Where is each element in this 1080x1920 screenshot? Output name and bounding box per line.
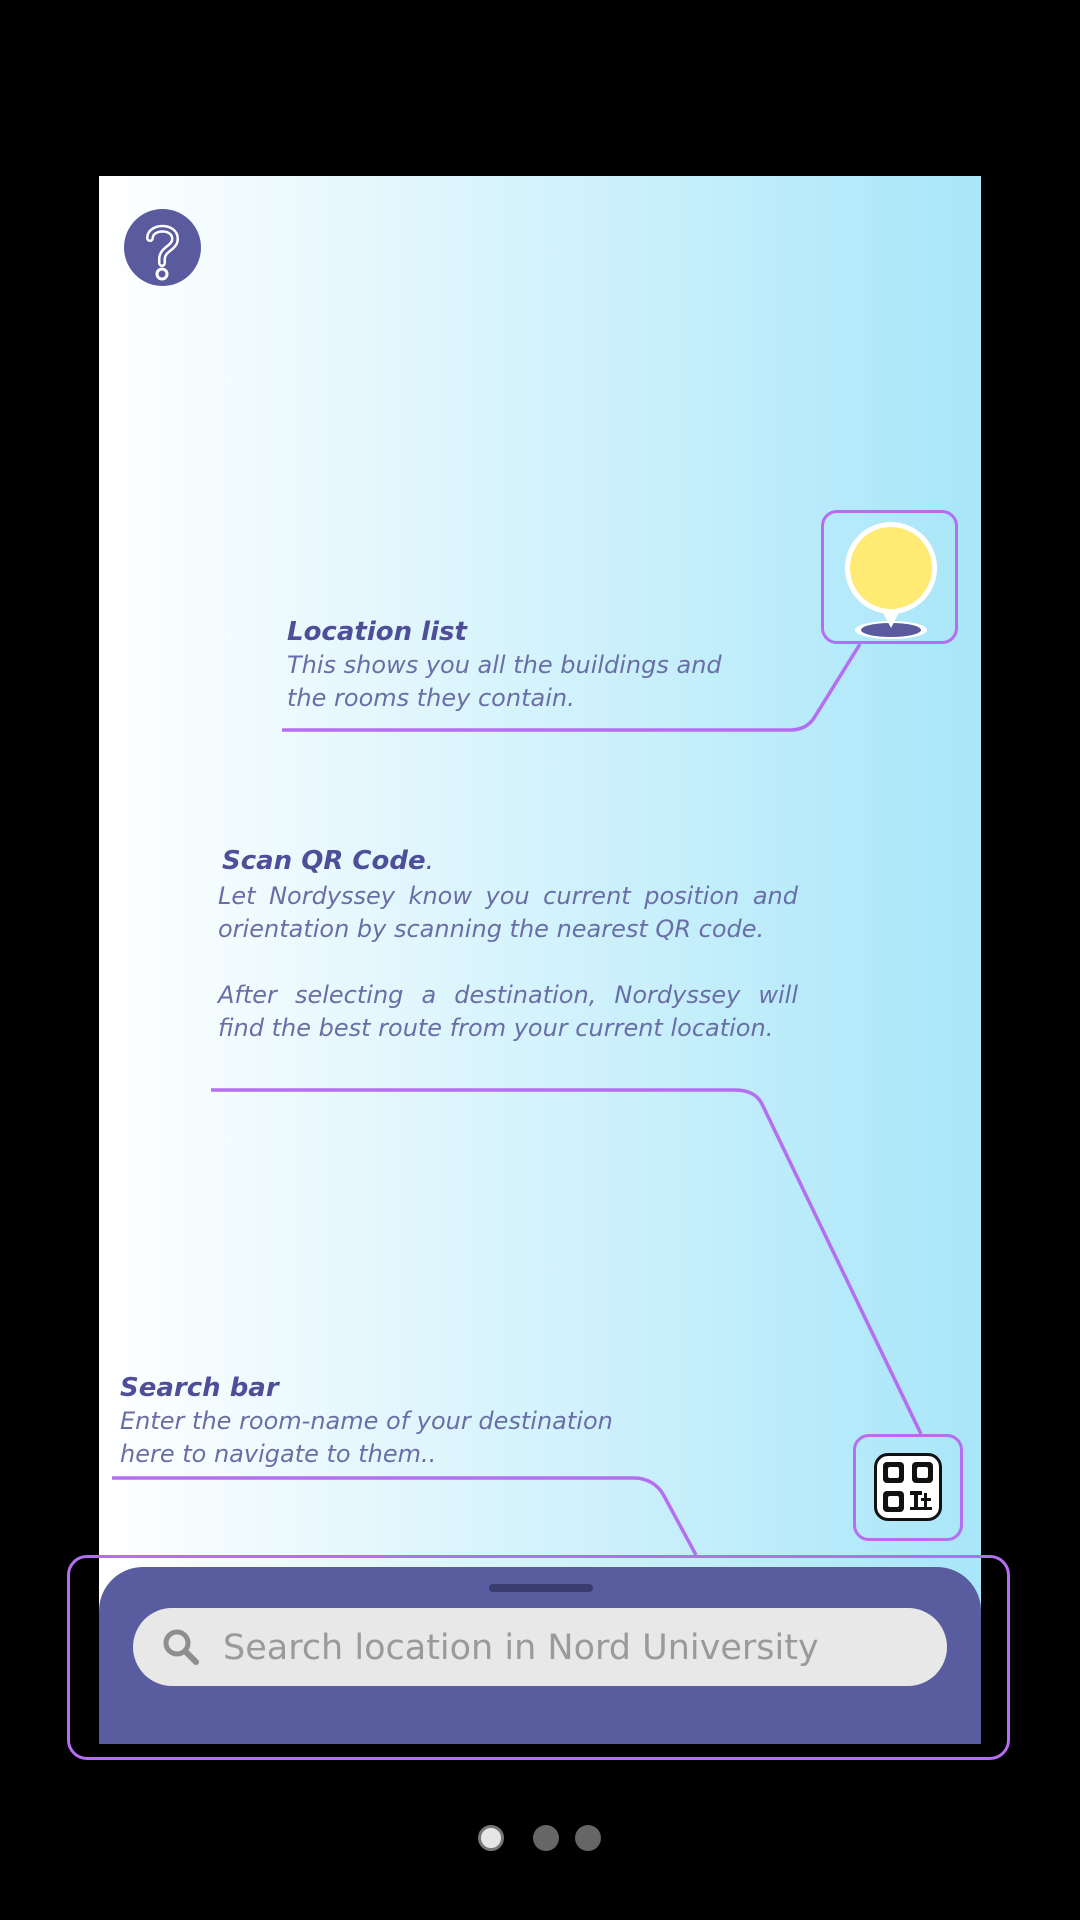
- location-list-description-line1: This shows you all the buildings and: [287, 651, 722, 679]
- location-list-description-line2: the rooms they contain.: [287, 684, 575, 712]
- scan-qr-description-para2: After selecting a destination, Nordyssey…: [218, 981, 798, 1042]
- search-bar-title: Search bar: [120, 1373, 279, 1403]
- scan-qr-title: Scan QR Code.: [222, 846, 434, 876]
- search-bar-highlight: [67, 1555, 1010, 1760]
- page-indicator-dot-1[interactable]: [478, 1825, 504, 1851]
- map-pin-icon: [845, 522, 937, 639]
- scan-qr-button[interactable]: [853, 1434, 963, 1541]
- help-button[interactable]: [124, 209, 201, 286]
- page-indicator-dot-2[interactable]: [533, 1825, 559, 1851]
- search-bar-description-line2: here to navigate to them..: [120, 1440, 437, 1468]
- page-indicator-dot-3[interactable]: [575, 1825, 601, 1851]
- location-list-title: Location list: [287, 617, 467, 647]
- scan-qr-description-para1: Let Nordyssey know you current position …: [218, 882, 798, 943]
- search-bar-description-line1: Enter the room-name of your destination: [120, 1407, 613, 1435]
- scan-qr-title-suffix: .: [425, 846, 434, 876]
- scan-qr-title-text: Scan QR Code: [222, 846, 426, 876]
- question-mark-icon: [146, 224, 180, 281]
- location-list-button[interactable]: [821, 510, 958, 644]
- qr-code-icon: [874, 1453, 942, 1521]
- map-screen: [99, 176, 981, 1744]
